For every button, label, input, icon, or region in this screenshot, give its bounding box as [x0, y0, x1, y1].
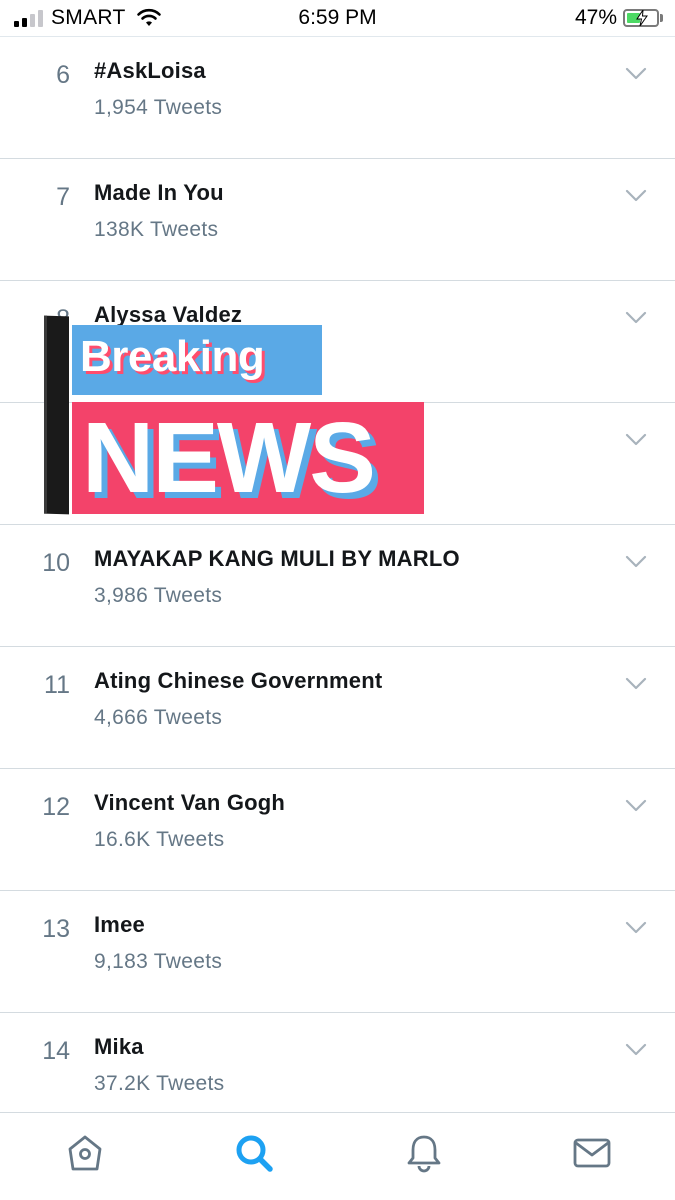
trend-name: Made In You: [94, 180, 224, 205]
trend-rank: 12: [42, 793, 70, 821]
chevron-down-icon[interactable]: [625, 799, 647, 813]
chevron-down-icon[interactable]: [625, 555, 647, 569]
battery-nub: [660, 14, 663, 22]
trend-rank: 6: [56, 61, 70, 89]
trend-tweet-count: 37.2K Tweets: [94, 1072, 225, 1095]
trend-row[interactable]: 13 Imee 9,183 Tweets: [0, 891, 675, 1013]
trends-list: 6 #AskLoisa 1,954 Tweets 7 Made In You 1…: [0, 36, 675, 1113]
trend-tweet-count: 9,183 Tweets: [94, 950, 223, 973]
chevron-down-icon[interactable]: [625, 677, 647, 691]
trend-row[interactable]: 14 Mika 37.2K Tweets: [0, 1013, 675, 1113]
chevron-down-icon[interactable]: [625, 189, 647, 203]
trend-row[interactable]: 11 Ating Chinese Government 4,666 Tweets: [0, 647, 675, 769]
trend-row[interactable]: 6 #AskLoisa 1,954 Tweets: [0, 37, 675, 159]
trend-row[interactable]: 7 Made In You 138K Tweets: [0, 159, 675, 281]
trend-row[interactable]: 12 Vincent Van Gogh 16.6K Tweets: [0, 769, 675, 891]
chevron-down-icon[interactable]: [625, 67, 647, 81]
trend-tweet-count: 16.6K Tweets: [94, 828, 225, 851]
news-label-box: NEWS: [72, 402, 424, 514]
search-icon: [236, 1135, 273, 1172]
mail-icon: [573, 1138, 611, 1168]
trend-rank: 13: [42, 915, 70, 943]
battery-percent: 47%: [574, 6, 617, 29]
sticker-bar: [44, 315, 69, 515]
status-bar: SMART 6:59 PM 47%: [0, 0, 675, 36]
chevron-down-icon[interactable]: [625, 433, 647, 447]
trend-name: Imee: [94, 912, 145, 937]
trend-row[interactable]: 10 MAYAKAP KANG MULI BY MARLO 3,986 Twee…: [0, 525, 675, 647]
status-time: 6:59 PM: [298, 6, 377, 29]
trend-name: MAYAKAP KANG MULI BY MARLO: [94, 546, 460, 571]
battery-group: 47%: [575, 6, 663, 30]
breaking-label-box: Breaking: [72, 325, 322, 395]
breaking-news-sticker: Breaking NEWS: [40, 315, 430, 520]
trend-name: Ating Chinese Government: [94, 668, 383, 693]
chevron-down-icon[interactable]: [625, 311, 647, 325]
chevron-down-icon[interactable]: [625, 1043, 647, 1057]
home-icon: [68, 1135, 102, 1171]
trend-tweet-count: 138K Tweets: [94, 218, 219, 241]
breaking-label: Breaking: [80, 332, 265, 381]
tab-search[interactable]: [232, 1131, 276, 1175]
trend-rank: 10: [42, 549, 70, 577]
bell-icon: [407, 1135, 441, 1173]
trend-tweet-count: 3,986 Tweets: [94, 584, 223, 607]
trend-rank: 7: [56, 183, 70, 211]
trend-name: Vincent Van Gogh: [94, 790, 286, 815]
trend-name: #AskLoisa: [94, 58, 206, 83]
chevron-down-icon[interactable]: [625, 921, 647, 935]
trend-rank: 14: [42, 1037, 70, 1065]
trend-rank: 11: [44, 671, 70, 699]
battery-icon: [623, 9, 659, 27]
trend-tweet-count: 4,666 Tweets: [94, 706, 223, 729]
trend-tweet-count: 1,954 Tweets: [94, 96, 223, 119]
news-label: NEWS: [82, 402, 376, 514]
charging-bolt-icon: [636, 10, 648, 26]
tab-messages[interactable]: [570, 1131, 614, 1175]
tab-home[interactable]: [63, 1131, 107, 1175]
tab-bar: [0, 1112, 675, 1200]
trend-name: Mika: [94, 1034, 144, 1059]
tab-notifications[interactable]: [402, 1131, 446, 1175]
